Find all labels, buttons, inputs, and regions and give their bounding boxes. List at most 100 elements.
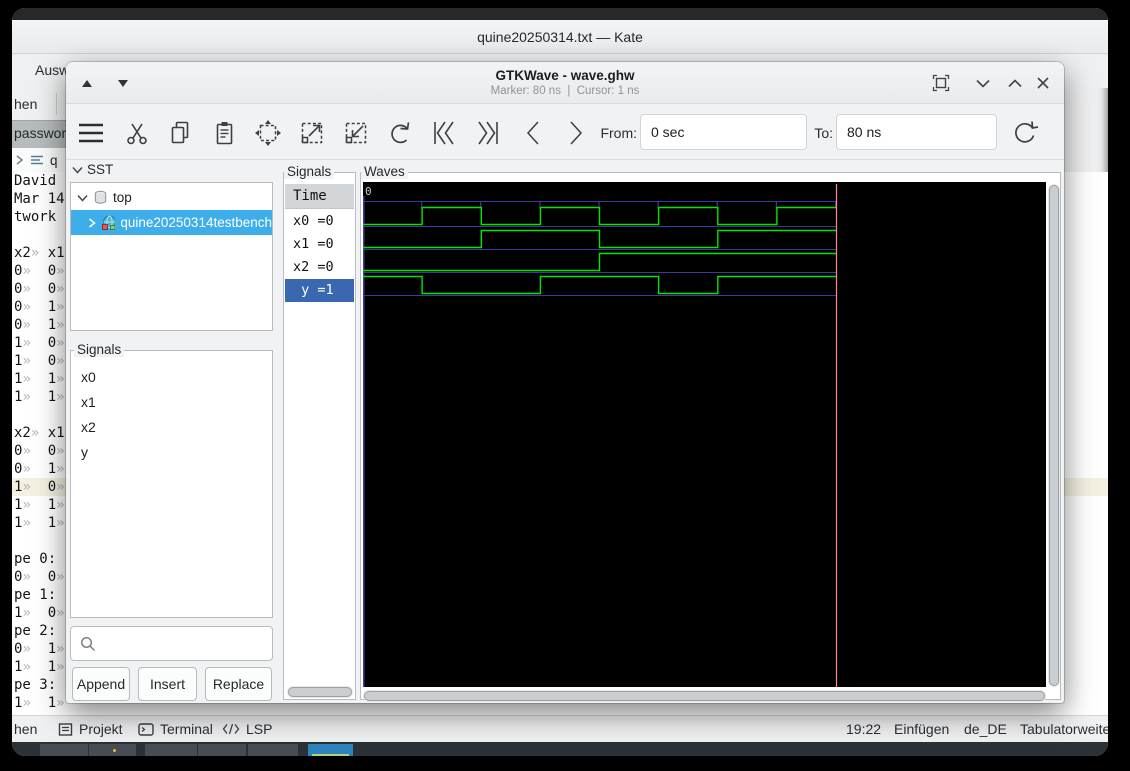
terminal-icon xyxy=(138,722,154,737)
statusbar-search-fragment[interactable]: hen xyxy=(14,721,37,737)
reload-button[interactable] xyxy=(1010,118,1040,148)
signals-panel: Time x0 =0x1 =0x2 =0 y =1 xyxy=(283,172,356,700)
chevron-up-icon xyxy=(1008,79,1022,88)
clipboard-icon xyxy=(212,120,236,146)
fullscreen-icon xyxy=(932,74,950,92)
sst-signal-x2[interactable]: x2 xyxy=(81,415,96,440)
shift-right-button[interactable] xyxy=(561,118,591,148)
kate-titlebar[interactable]: quine20250314.txt — Kate xyxy=(12,20,1108,54)
gtkwave-window: GTKWave - wave.ghw Marker: 80 ns | Curso… xyxy=(66,62,1064,703)
close-icon xyxy=(1037,77,1049,89)
hamburger-menu-icon xyxy=(77,122,105,144)
sst-signals-frame-label: Signals xyxy=(74,342,124,357)
waves-vertical-scrollbar[interactable] xyxy=(1048,184,1060,687)
sst-panel-header[interactable]: SST xyxy=(72,162,113,177)
zoom-in-icon xyxy=(298,119,326,147)
insert-button[interactable]: Insert xyxy=(138,667,197,701)
wave-trace-x2 xyxy=(363,254,836,271)
zoom-in-button[interactable] xyxy=(297,118,327,148)
taskbar-item[interactable] xyxy=(145,744,197,756)
time-column-header[interactable]: Time xyxy=(285,184,354,209)
sst-tree: top quine20250314testbench xyxy=(70,182,273,331)
taskbar xyxy=(12,742,1108,756)
chevron-right-icon xyxy=(567,120,585,146)
signal-row-x0[interactable]: x0 =0 xyxy=(285,210,354,233)
taskbar-item[interactable] xyxy=(89,744,136,756)
kate-menu-item-auswahl[interactable]: Ausw xyxy=(35,62,69,78)
gtkwave-titlebar[interactable]: GTKWave - wave.ghw Marker: 80 ns | Curso… xyxy=(66,62,1064,104)
collapsed-chevron-icon xyxy=(87,217,96,229)
chevron-down-icon xyxy=(976,79,990,88)
statusbar-terminal-toggle[interactable]: Terminal xyxy=(138,721,213,737)
waves-horizontal-scrollbar[interactable] xyxy=(363,690,1046,702)
zoom-fit-button[interactable] xyxy=(253,118,283,148)
copy-icon xyxy=(168,120,192,146)
wave-trace-x0 xyxy=(363,208,836,225)
desktop-screen: quine20250314.txt — Kate Ausw hen passwo… xyxy=(12,8,1108,756)
copy-button[interactable] xyxy=(165,118,195,148)
kate-tab-separator xyxy=(56,93,57,115)
signal-row-x2[interactable]: x2 =0 xyxy=(285,256,354,279)
database-icon xyxy=(93,190,108,205)
taskbar-item[interactable] xyxy=(40,744,88,756)
paste-button[interactable] xyxy=(209,118,239,148)
statusbar-projekt-toggle[interactable]: Projekt xyxy=(58,721,123,737)
breadcrumb-fragment: q xyxy=(50,153,58,168)
scissors-icon xyxy=(125,120,149,146)
taskbar-item[interactable] xyxy=(248,744,298,756)
cut-button[interactable] xyxy=(122,118,152,148)
replace-button[interactable]: Replace xyxy=(205,667,272,701)
reload-icon xyxy=(1011,119,1039,147)
maximize-button[interactable] xyxy=(1004,72,1026,94)
kate-tab-fragment[interactable]: hen xyxy=(14,96,37,112)
statusbar-time: 19:22 xyxy=(846,721,881,737)
signals-horizontal-scrollbar[interactable] xyxy=(287,686,353,698)
tree-item-testbench[interactable]: quine20250314testbench xyxy=(71,210,272,235)
zoom-out-button[interactable] xyxy=(341,118,371,148)
go-to-end-button[interactable] xyxy=(473,118,503,148)
undo-arrow-icon xyxy=(387,120,413,146)
kate-statusbar: hen Projekt Terminal LSP 19:22 xyxy=(12,715,1108,742)
append-button[interactable]: Append xyxy=(72,667,130,701)
document-list-icon xyxy=(30,154,44,166)
code-icon xyxy=(222,722,240,736)
statusbar-tabwidth[interactable]: Tabulatorweite xyxy=(1020,721,1108,737)
statusbar-insert-mode[interactable]: Einfügen xyxy=(894,721,949,737)
tree-item-testbench-label: quine20250314testbench xyxy=(120,215,272,230)
signal-row-x1[interactable]: x1 =0 xyxy=(285,233,354,256)
signals-frame-label: Signals xyxy=(284,164,334,179)
taskbar-item[interactable] xyxy=(308,744,353,756)
go-to-start-button[interactable] xyxy=(429,118,459,148)
tree-item-top-label: top xyxy=(113,190,132,205)
minimize-button[interactable] xyxy=(972,72,994,94)
sst-label: SST xyxy=(87,162,113,177)
statusbar-locale[interactable]: de_DE xyxy=(964,721,1007,737)
module-globe-icon xyxy=(101,215,115,231)
chevron-left-icon xyxy=(524,120,542,146)
from-time-input[interactable] xyxy=(640,114,807,150)
statusbar-lsp-toggle[interactable]: LSP xyxy=(222,721,272,737)
screen-top-strip xyxy=(12,8,1108,20)
undo-button[interactable] xyxy=(385,118,415,148)
taskbar-item[interactable] xyxy=(198,744,246,756)
sst-signal-x1[interactable]: x1 xyxy=(81,390,96,415)
tree-item-top[interactable]: top xyxy=(71,185,272,210)
signal-search-box[interactable] xyxy=(70,626,273,661)
to-time-input[interactable] xyxy=(836,114,997,150)
sst-signals-list-box[interactable]: x0x1x2y xyxy=(70,350,273,618)
from-label: From: xyxy=(596,125,637,141)
wave-trace-y xyxy=(363,277,836,294)
shift-left-button[interactable] xyxy=(518,118,548,148)
sst-signal-list: x0x1x2y xyxy=(81,365,96,465)
project-icon xyxy=(58,722,73,737)
sst-signal-y[interactable]: y xyxy=(81,440,96,465)
signal-row-y[interactable]: y =1 xyxy=(285,279,354,302)
zoom-out-icon xyxy=(342,119,370,147)
fullscreen-button[interactable] xyxy=(930,72,952,94)
close-button[interactable] xyxy=(1032,72,1054,94)
zoom-fit-icon xyxy=(254,119,282,147)
skip-to-end-icon xyxy=(476,120,500,146)
menu-button[interactable] xyxy=(76,118,106,148)
sst-signal-x0[interactable]: x0 xyxy=(81,365,96,390)
waveform-canvas[interactable]: 0 xyxy=(363,182,1046,687)
